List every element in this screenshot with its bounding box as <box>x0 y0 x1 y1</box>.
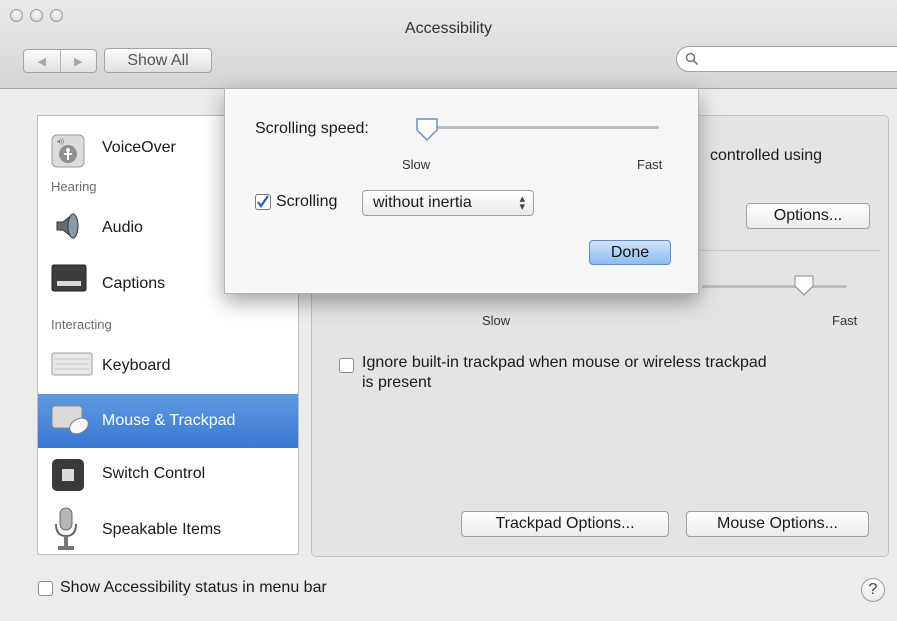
sidebar-item-keyboard[interactable]: Keyboard <box>38 340 298 390</box>
done-button[interactable]: Done <box>589 240 671 265</box>
sidebar-item-label: Speakable Items <box>102 521 222 538</box>
mouse-trackpad-icon <box>51 405 89 435</box>
window-title: Accessibility <box>404 20 493 37</box>
show-status-checkbox[interactable] <box>38 581 53 596</box>
scrolling-mode-value: without inertia <box>373 194 472 211</box>
slider-min-label: Slow <box>482 313 511 328</box>
slider-track <box>702 285 847 288</box>
captions-icon <box>51 264 87 292</box>
ignore-trackpad-checkbox[interactable] <box>339 358 354 373</box>
trackpad-options-button[interactable]: Trackpad Options... <box>461 511 669 537</box>
preferences-window: Accessibility ◀ ▶ Show All ◂)) VoiceOver… <box>0 0 897 621</box>
forward-button[interactable]: ▶ <box>61 50 97 72</box>
section-header-interacting: Interacting <box>51 317 112 332</box>
toolbar: Accessibility ◀ ▶ Show All <box>0 0 897 89</box>
sidebar-item-label: Mouse & Trackpad <box>102 412 236 429</box>
checkmark-icon <box>257 195 269 208</box>
scrolling-checkbox[interactable] <box>255 194 271 210</box>
sidebar-item-label: Keyboard <box>102 357 171 374</box>
slider-max-label: Fast <box>832 313 858 328</box>
slider-thumb[interactable] <box>793 274 815 296</box>
section-header-hearing: Hearing <box>51 179 97 194</box>
sidebar-item-label: VoiceOver <box>102 139 176 156</box>
sidebar-item-speakable-items[interactable]: Speakable Items <box>38 504 298 554</box>
sidebar-item-mouse-trackpad[interactable]: Mouse & Trackpad <box>38 394 298 448</box>
voiceover-icon: ◂)) <box>51 134 85 168</box>
microphone-icon <box>55 507 77 550</box>
scrolling-options-sheet: Scrolling speed: Slow Fast Scrolling wit… <box>224 88 699 294</box>
search-field[interactable] <box>676 46 897 72</box>
slider-max-label: Fast <box>637 157 663 172</box>
speaker-icon <box>56 212 79 240</box>
scrolling-speed-label: Scrolling speed: <box>255 120 369 137</box>
ignore-trackpad-label-line2: is present <box>362 374 432 391</box>
svg-text:◂)): ◂)) <box>57 139 64 145</box>
scrolling-mode-popup[interactable]: without inertia ▴ ▾ <box>362 190 534 216</box>
back-button[interactable]: ◀ <box>24 50 61 72</box>
show-all-button[interactable]: Show All <box>104 48 212 73</box>
pane-description: controlled using <box>710 147 823 164</box>
sidebar-item-label: Captions <box>102 275 166 292</box>
keyboard-icon <box>51 352 93 376</box>
scrolling-label: Scrolling <box>276 193 338 210</box>
sidebar-item-switch-control[interactable]: Switch Control <box>38 450 298 500</box>
search-icon <box>685 52 699 66</box>
ignore-trackpad-label: Ignore built-in trackpad when mouse or w… <box>362 354 767 371</box>
divider <box>700 250 880 251</box>
switch-control-icon <box>52 459 84 491</box>
slider-min-label: Slow <box>402 157 431 172</box>
options-button[interactable]: Options... <box>746 203 870 229</box>
scrolling-speed-slider[interactable] <box>411 115 661 149</box>
slider-thumb[interactable] <box>415 117 439 142</box>
back-forward-control: ◀ ▶ <box>23 49 97 73</box>
mouse-options-button[interactable]: Mouse Options... <box>686 511 869 537</box>
popup-arrows-icon: ▴ ▾ <box>519 193 525 213</box>
show-status-label: Show Accessibility status in menu bar <box>60 579 327 596</box>
slider-track <box>419 126 659 129</box>
sidebar-item-label: Switch Control <box>102 465 206 482</box>
sidebar-item-label: Audio <box>102 219 143 236</box>
help-button[interactable]: ? <box>861 578 885 602</box>
